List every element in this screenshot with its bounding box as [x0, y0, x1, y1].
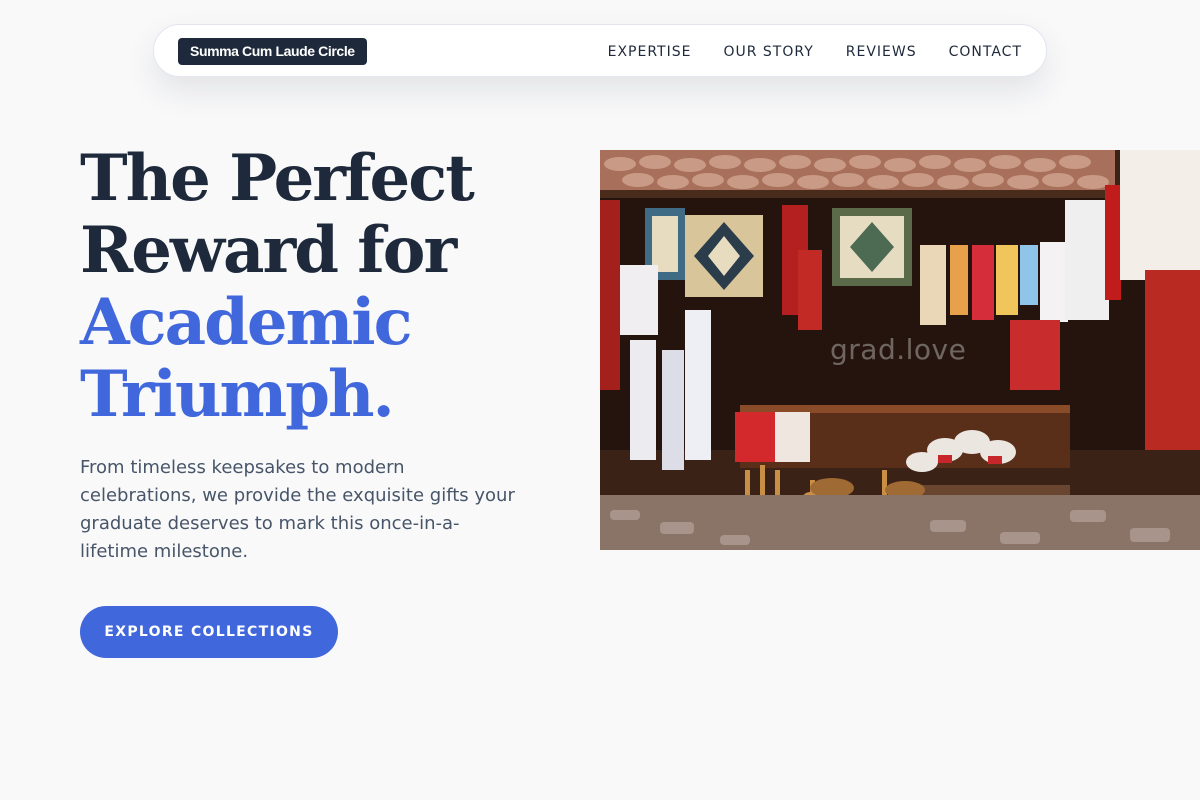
- nav-link-our-story[interactable]: OUR STORY: [723, 44, 813, 60]
- hero-title: The Perfect Reward for Academic Triumph.: [80, 143, 560, 431]
- nav-link-contact[interactable]: CONTACT: [949, 44, 1022, 60]
- hero-image-gift-shop: [600, 150, 1200, 550]
- hero-title-line-1: The Perfect: [80, 141, 475, 216]
- nav-link-expertise[interactable]: EXPERTISE: [608, 44, 692, 60]
- top-navigation: Summa Cum Laude Circle EXPERTISE OUR STO…: [153, 24, 1047, 77]
- nav-link-reviews[interactable]: REVIEWS: [846, 44, 917, 60]
- brand-logo[interactable]: Summa Cum Laude Circle: [178, 38, 367, 65]
- hero-description: From timeless keepsakes to modern celebr…: [80, 457, 515, 562]
- hero-title-accent-line-2: Triumph.: [80, 357, 395, 432]
- explore-collections-button[interactable]: EXPLORE COLLECTIONS: [80, 606, 338, 658]
- hero-title-line-2: Reward for: [80, 213, 457, 288]
- nav-links: EXPERTISE OUR STORY REVIEWS CONTACT: [608, 25, 1022, 78]
- hero-title-accent-line-1: Academic: [80, 285, 413, 360]
- shop-illustration: [600, 150, 1200, 550]
